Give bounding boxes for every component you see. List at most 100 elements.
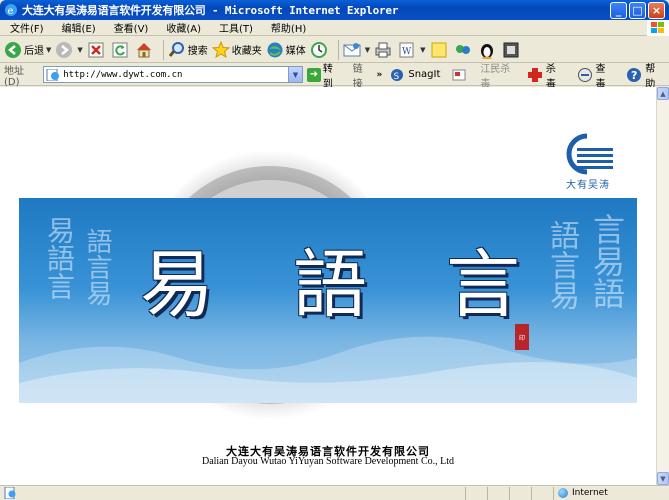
red-cross-icon bbox=[526, 66, 544, 84]
svg-text:e: e bbox=[8, 6, 14, 17]
search-icon bbox=[168, 41, 186, 59]
menu-bar: 文件(F) 编辑(E) 查看(V) 收藏(A) 工具(T) 帮助(H) bbox=[0, 19, 669, 36]
faint-calligraphy-left: 易語言 bbox=[43, 216, 76, 300]
help-label: 帮助 bbox=[645, 63, 656, 90]
history-icon bbox=[310, 41, 328, 59]
note-icon bbox=[430, 41, 448, 59]
snagit-button[interactable]: S SnagIt bbox=[388, 66, 440, 84]
faint-calligraphy-left-2: 語言易 bbox=[82, 228, 112, 306]
stop-icon bbox=[87, 41, 105, 59]
media-label: 媒体 bbox=[285, 46, 306, 57]
favorites-button[interactable]: 收藏夹 bbox=[211, 40, 262, 59]
scroll-up-button[interactable]: ▲ bbox=[657, 87, 669, 100]
menu-view[interactable]: 查看(V) bbox=[104, 20, 157, 35]
history-button[interactable] bbox=[310, 41, 330, 59]
stop-button[interactable] bbox=[87, 41, 107, 59]
window-title: 大连大有吴涛易语言软件开发有限公司 - Microsoft Internet E… bbox=[22, 4, 399, 17]
search-button[interactable]: 搜索 bbox=[168, 41, 208, 59]
links-label[interactable]: 链接 bbox=[353, 60, 373, 90]
print-button[interactable] bbox=[374, 41, 394, 59]
menu-help[interactable]: 帮助(H) bbox=[261, 20, 314, 35]
address-field[interactable]: http://www.dywt.com.cn ▼ bbox=[43, 66, 303, 83]
messenger-icon bbox=[454, 41, 472, 59]
forward-dropdown-icon[interactable]: ▼ bbox=[77, 46, 82, 54]
menu-favorites[interactable]: 收藏(A) bbox=[156, 20, 209, 35]
title-char-yi: 易 bbox=[140, 242, 214, 328]
go-button[interactable]: ➜ 转到 bbox=[307, 60, 343, 90]
home-button[interactable] bbox=[135, 41, 155, 59]
kill-virus-button[interactable]: 杀毒 bbox=[526, 60, 566, 90]
mail-icon bbox=[343, 41, 361, 59]
faint-calligraphy-right: 語言易 bbox=[544, 220, 579, 310]
tool-button[interactable] bbox=[502, 41, 522, 59]
status-cell bbox=[509, 486, 531, 500]
penguin-icon bbox=[478, 41, 496, 59]
jiangmin-label[interactable]: 江民杀毒 bbox=[480, 60, 520, 90]
mail-dropdown-icon[interactable]: ▼ bbox=[365, 46, 370, 54]
toolbar-separator bbox=[162, 39, 164, 60]
word-edit-icon: W bbox=[398, 41, 416, 59]
zone-label: Internet bbox=[572, 488, 608, 498]
scroll-down-button[interactable]: ▼ bbox=[657, 472, 669, 485]
go-label: 转到 bbox=[322, 63, 333, 90]
address-bar: 地址(D) http://www.dywt.com.cn ▼ ➜ 转到 链接 »… bbox=[0, 64, 669, 90]
address-dropdown-icon[interactable]: ▼ bbox=[288, 67, 302, 82]
back-label: 后退 bbox=[24, 46, 44, 57]
menu-edit[interactable]: 编辑(E) bbox=[52, 20, 104, 35]
minimize-button[interactable]: _ bbox=[610, 1, 627, 19]
print-icon bbox=[374, 41, 392, 59]
scan-icon bbox=[576, 66, 594, 84]
mail-button[interactable]: ▼ bbox=[343, 41, 370, 59]
internet-globe-icon bbox=[558, 488, 568, 498]
title-char-yan: 言 bbox=[446, 242, 520, 328]
help-button[interactable]: ? 帮助 bbox=[625, 60, 665, 90]
faint-calligraphy-right-2: 言易語 bbox=[588, 213, 626, 309]
hero-title: 易 語 言 bbox=[140, 237, 520, 333]
forward-button[interactable]: ▼ bbox=[55, 41, 83, 59]
company-logo[interactable]: 大有吴涛 bbox=[557, 132, 619, 192]
logo-text: 大有吴涛 bbox=[566, 180, 610, 191]
snagit-label: SnagIt bbox=[408, 69, 441, 80]
home-icon bbox=[135, 41, 153, 59]
security-zone[interactable]: Internet bbox=[553, 486, 669, 500]
discuss-button[interactable] bbox=[430, 41, 450, 59]
qq-button[interactable] bbox=[478, 41, 498, 59]
done-page-icon bbox=[4, 487, 16, 499]
search-label: 搜索 bbox=[187, 46, 208, 57]
favorites-star-icon bbox=[211, 40, 230, 59]
research-icon bbox=[502, 41, 520, 59]
check-virus-button[interactable]: 查毒 bbox=[576, 60, 616, 90]
windows-logo-icon bbox=[647, 19, 669, 36]
vertical-scrollbar[interactable]: ▲ ▼ bbox=[656, 87, 669, 485]
refresh-button[interactable] bbox=[111, 41, 131, 59]
status-cell bbox=[487, 486, 509, 500]
menu-tools[interactable]: 工具(T) bbox=[209, 20, 261, 35]
page-icon bbox=[46, 68, 60, 81]
messenger-button[interactable] bbox=[454, 41, 474, 59]
chevron-right-icon[interactable]: » bbox=[377, 70, 383, 80]
close-button[interactable]: × bbox=[648, 1, 665, 19]
back-button[interactable]: 后退 ▼ bbox=[4, 41, 51, 59]
media-button[interactable]: 媒体 bbox=[266, 41, 306, 59]
snagit-icon: S bbox=[388, 66, 406, 84]
company-name-en: Dalian Dayou Wutao YiYuyan Software Deve… bbox=[201, 456, 455, 467]
svg-text:?: ? bbox=[631, 69, 637, 82]
address-label: 地址(D) bbox=[4, 65, 24, 88]
status-bar: Internet bbox=[0, 485, 669, 500]
refresh-icon bbox=[111, 41, 129, 59]
title-char-yu: 語 bbox=[293, 242, 367, 328]
svg-text:S: S bbox=[394, 72, 400, 82]
edit-button[interactable]: W ▼ bbox=[398, 41, 426, 59]
page-viewport: 大有吴涛 易語言 語言易 語言易 言易語 易 語 言 印 大连大有吴涛易语言软件… bbox=[0, 87, 656, 485]
menu-file[interactable]: 文件(F) bbox=[0, 20, 52, 35]
favorites-label: 收藏夹 bbox=[231, 46, 262, 57]
ie-icon: e bbox=[5, 4, 17, 17]
maximize-button[interactable]: □ bbox=[629, 1, 646, 19]
status-cell bbox=[531, 486, 553, 500]
window-titlebar: e 大连大有吴涛易语言软件开发有限公司 - Microsoft Internet… bbox=[0, 0, 669, 20]
url-text[interactable]: http://www.dywt.com.cn bbox=[63, 70, 288, 80]
edit-dropdown-icon[interactable]: ▼ bbox=[420, 46, 425, 54]
snagit-extra-button[interactable] bbox=[450, 66, 470, 84]
back-dropdown-icon[interactable]: ▼ bbox=[46, 46, 51, 54]
go-arrow-icon: ➜ bbox=[307, 67, 321, 82]
